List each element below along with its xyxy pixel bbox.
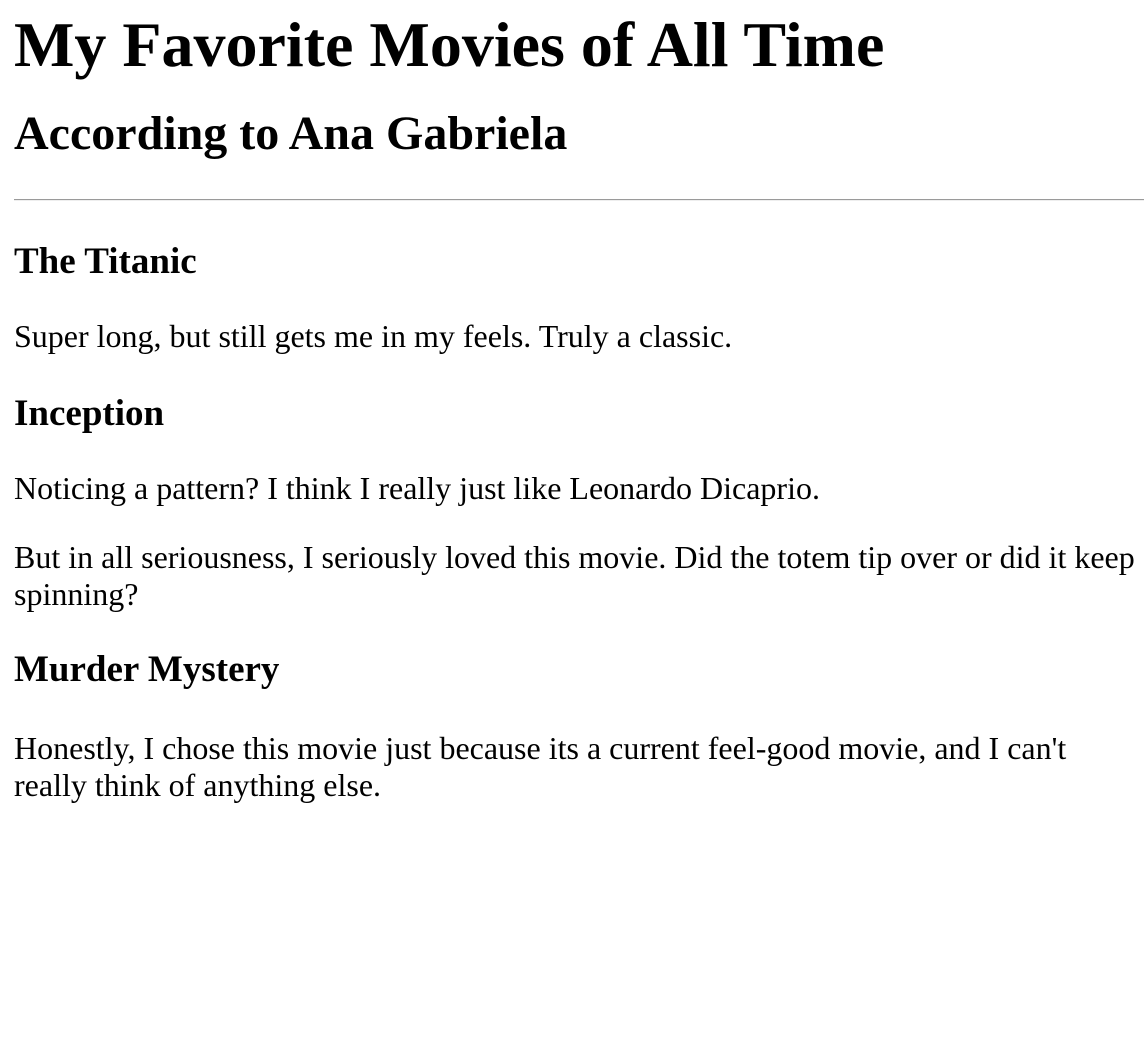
- page-title: My Favorite Movies of All Time: [14, 9, 885, 80]
- movie-description: Super long, but still gets me in my feel…: [14, 318, 733, 354]
- movie-title: Inception: [14, 393, 165, 434]
- movie-description: But in all seriousness, I seriously love…: [14, 539, 1135, 612]
- movie-title: The Titanic: [14, 241, 197, 282]
- page-content: My Favorite Movies of All Time According…: [0, 8, 1148, 804]
- movie-section-titanic: The Titanic Super long, but still gets m…: [14, 240, 1144, 355]
- movie-section-murder-mystery: Murder Mystery Honestly, I chose this mo…: [14, 648, 1144, 804]
- movie-description: Noticing a pattern? I think I really jus…: [14, 470, 820, 506]
- movie-section-inception: Inception Noticing a pattern? I think I …: [14, 392, 1144, 613]
- divider: [14, 199, 1144, 201]
- movie-description: Honestly, I chose this movie just becaus…: [14, 730, 1067, 803]
- page-subtitle: According to Ana Gabriela: [14, 107, 568, 160]
- movie-title: Murder Mystery: [14, 649, 280, 690]
